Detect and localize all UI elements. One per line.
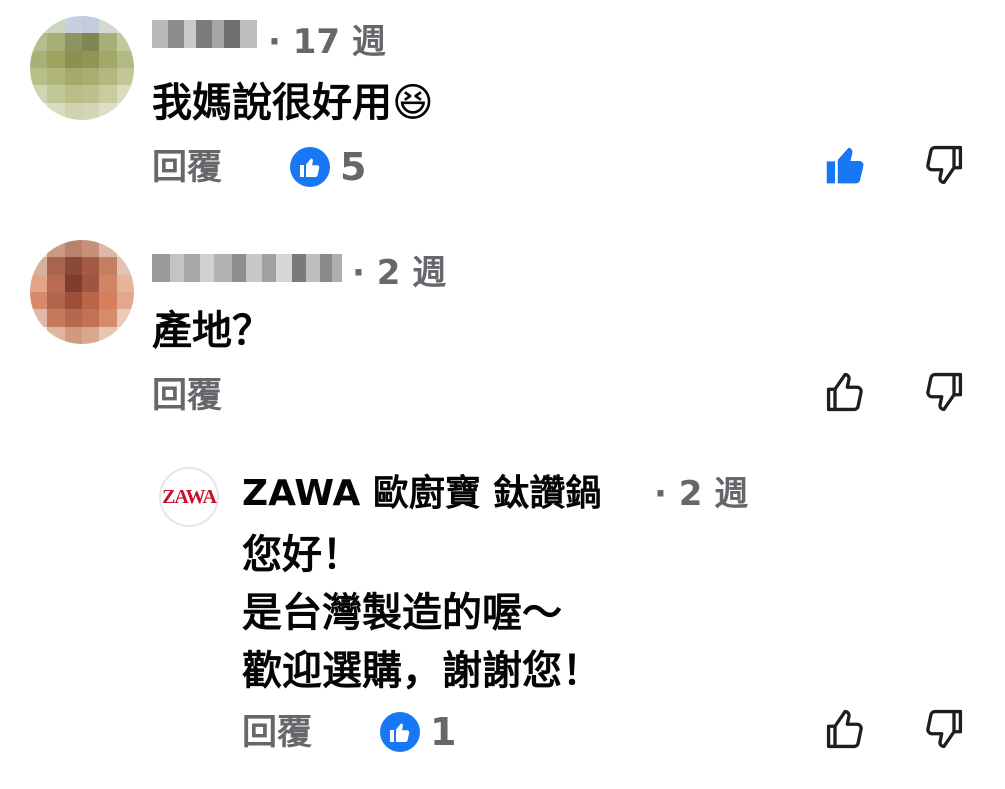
- comment-text: 我媽說很好用😆: [152, 80, 434, 126]
- reply-button[interactable]: 回覆: [152, 148, 222, 188]
- thumbs-down-icon[interactable]: [921, 707, 965, 751]
- zawa-logo-avatar[interactable]: ZAWA: [159, 467, 219, 527]
- thumbs-down-icon[interactable]: [921, 143, 965, 187]
- thumbs-down-icon[interactable]: [921, 370, 965, 414]
- thumbs-up-icon[interactable]: [824, 143, 868, 187]
- commenter-avatar-blurred[interactable]: [30, 240, 134, 344]
- comment-text: 產地？: [152, 308, 272, 354]
- like-reaction-icon: [290, 147, 330, 187]
- reply-button[interactable]: 回覆: [152, 376, 222, 416]
- like-count-badge[interactable]: 5: [290, 147, 366, 187]
- reply-text: 您好！ 是台灣製造的喔～ 歡迎選購，謝謝您！: [242, 532, 602, 694]
- thumbs-up-icon[interactable]: [824, 707, 868, 751]
- reply-timestamp[interactable]: · 2 週: [654, 474, 748, 514]
- reply-button[interactable]: 回覆: [242, 713, 312, 753]
- comment-timestamp[interactable]: · 17 週: [268, 22, 386, 62]
- like-count-badge[interactable]: 1: [380, 712, 456, 752]
- reply-author-name[interactable]: ZAWA 歐廚寶 鈦讚鍋: [242, 474, 601, 514]
- like-count: 1: [430, 710, 457, 754]
- commenter-name-blurred[interactable]: [152, 20, 257, 48]
- like-count: 5: [340, 145, 367, 189]
- commenter-avatar-blurred[interactable]: [30, 16, 134, 120]
- comment-timestamp[interactable]: · 2 週: [352, 253, 446, 293]
- commenter-name-blurred[interactable]: [152, 254, 342, 282]
- thumbs-up-icon[interactable]: [824, 370, 868, 414]
- like-reaction-icon: [380, 712, 420, 752]
